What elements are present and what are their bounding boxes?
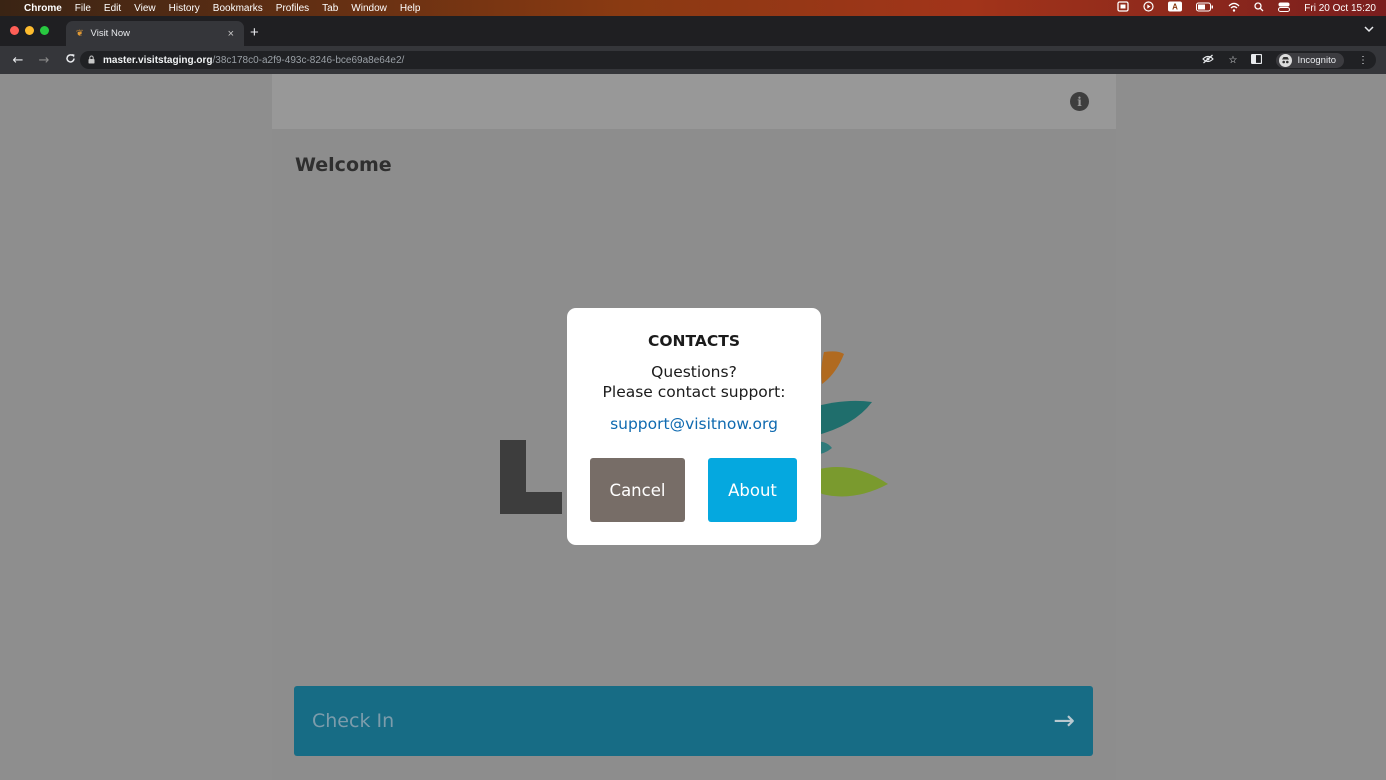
screen-share-icon[interactable] (1117, 1, 1129, 15)
menu-edit[interactable]: Edit (104, 3, 121, 14)
arrow-right-icon: → (1053, 706, 1075, 736)
menu-profiles[interactable]: Profiles (276, 3, 309, 14)
support-email-link[interactable]: support@visitnow.org (567, 415, 821, 433)
url-host: master.visitstaging.org (103, 54, 213, 66)
menu-bookmarks[interactable]: Bookmarks (213, 3, 263, 14)
tab-close-icon[interactable]: × (228, 28, 234, 40)
incognito-icon (1279, 53, 1293, 67)
kebab-menu-icon[interactable]: ⋮ (1358, 55, 1368, 66)
modal-contact-support-text: Please contact support: (602, 383, 786, 401)
menu-help[interactable]: Help (400, 3, 421, 14)
menu-tab[interactable]: Tab (322, 3, 338, 14)
forward-arrow-icon[interactable]: → (36, 53, 52, 68)
new-tab-button[interactable]: + (250, 24, 259, 41)
modal-title: CONTACTS (647, 332, 740, 350)
browser-tab-strip: ❦ Visit Now × + (0, 16, 1386, 46)
input-source-icon[interactable]: A (1168, 1, 1183, 15)
url-path: /38c178c0-a2f9-493c-8246-bce69a8e64e2/ (212, 54, 405, 66)
svg-text:A: A (1172, 3, 1178, 12)
profile-label: Incognito (1297, 54, 1336, 66)
info-icon[interactable]: i (1070, 92, 1089, 111)
lock-icon[interactable] (88, 55, 95, 66)
menu-app-name[interactable]: Chrome (24, 3, 62, 14)
macos-menu-bar: Chrome File Edit View History Bookmarks … (0, 0, 1386, 16)
close-window-button[interactable] (10, 26, 19, 35)
check-in-label: Check In (312, 710, 395, 732)
minimize-window-button[interactable] (25, 26, 34, 35)
eye-slash-icon[interactable] (1202, 54, 1215, 67)
page-title: Welcome (295, 154, 392, 176)
menu-history[interactable]: History (169, 3, 200, 14)
play-circle-icon[interactable] (1143, 1, 1154, 15)
browser-toolbar: ← → master.visitstaging.org /38c178c0-a2… (0, 46, 1386, 74)
back-arrow-icon[interactable]: ← (10, 53, 26, 68)
check-in-button[interactable]: Check In → (294, 686, 1093, 756)
incognito-profile-button[interactable]: Incognito (1276, 52, 1344, 68)
tab-title: Visit Now (90, 28, 130, 39)
leaf-favicon-icon: ❦ (76, 28, 84, 38)
spotlight-search-icon[interactable] (1254, 1, 1264, 15)
menu-status-area: A Fri 20 Oct 15:20 (1117, 1, 1376, 15)
control-center-icon[interactable] (1278, 2, 1291, 15)
maximize-window-button[interactable] (40, 26, 49, 35)
reload-icon[interactable] (62, 53, 78, 68)
menu-window[interactable]: Window (351, 3, 387, 14)
contacts-modal: CONTACTS Questions? Please contact suppo… (567, 308, 821, 545)
side-panel-icon[interactable] (1251, 53, 1263, 67)
about-button[interactable]: About (708, 458, 797, 522)
menu-view[interactable]: View (134, 3, 156, 14)
address-bar[interactable]: master.visitstaging.org /38c178c0-a2f9-4… (80, 51, 1376, 69)
modal-questions-text: Questions? (651, 363, 737, 381)
browser-tab-active[interactable]: ❦ Visit Now × (66, 21, 244, 46)
address-bar-actions: ☆ Incognito ⋮ (1202, 52, 1368, 68)
tab-search-chevron-icon[interactable] (1364, 25, 1374, 36)
menu-datetime[interactable]: Fri 20 Oct 15:20 (1304, 3, 1376, 14)
wifi-icon[interactable] (1228, 2, 1240, 15)
window-controls (10, 26, 49, 35)
cancel-button[interactable]: Cancel (590, 458, 685, 522)
battery-icon[interactable] (1196, 2, 1214, 15)
bookmark-star-icon[interactable]: ☆ (1228, 55, 1237, 66)
app-header: i (272, 74, 1116, 129)
menu-file[interactable]: File (75, 3, 91, 14)
